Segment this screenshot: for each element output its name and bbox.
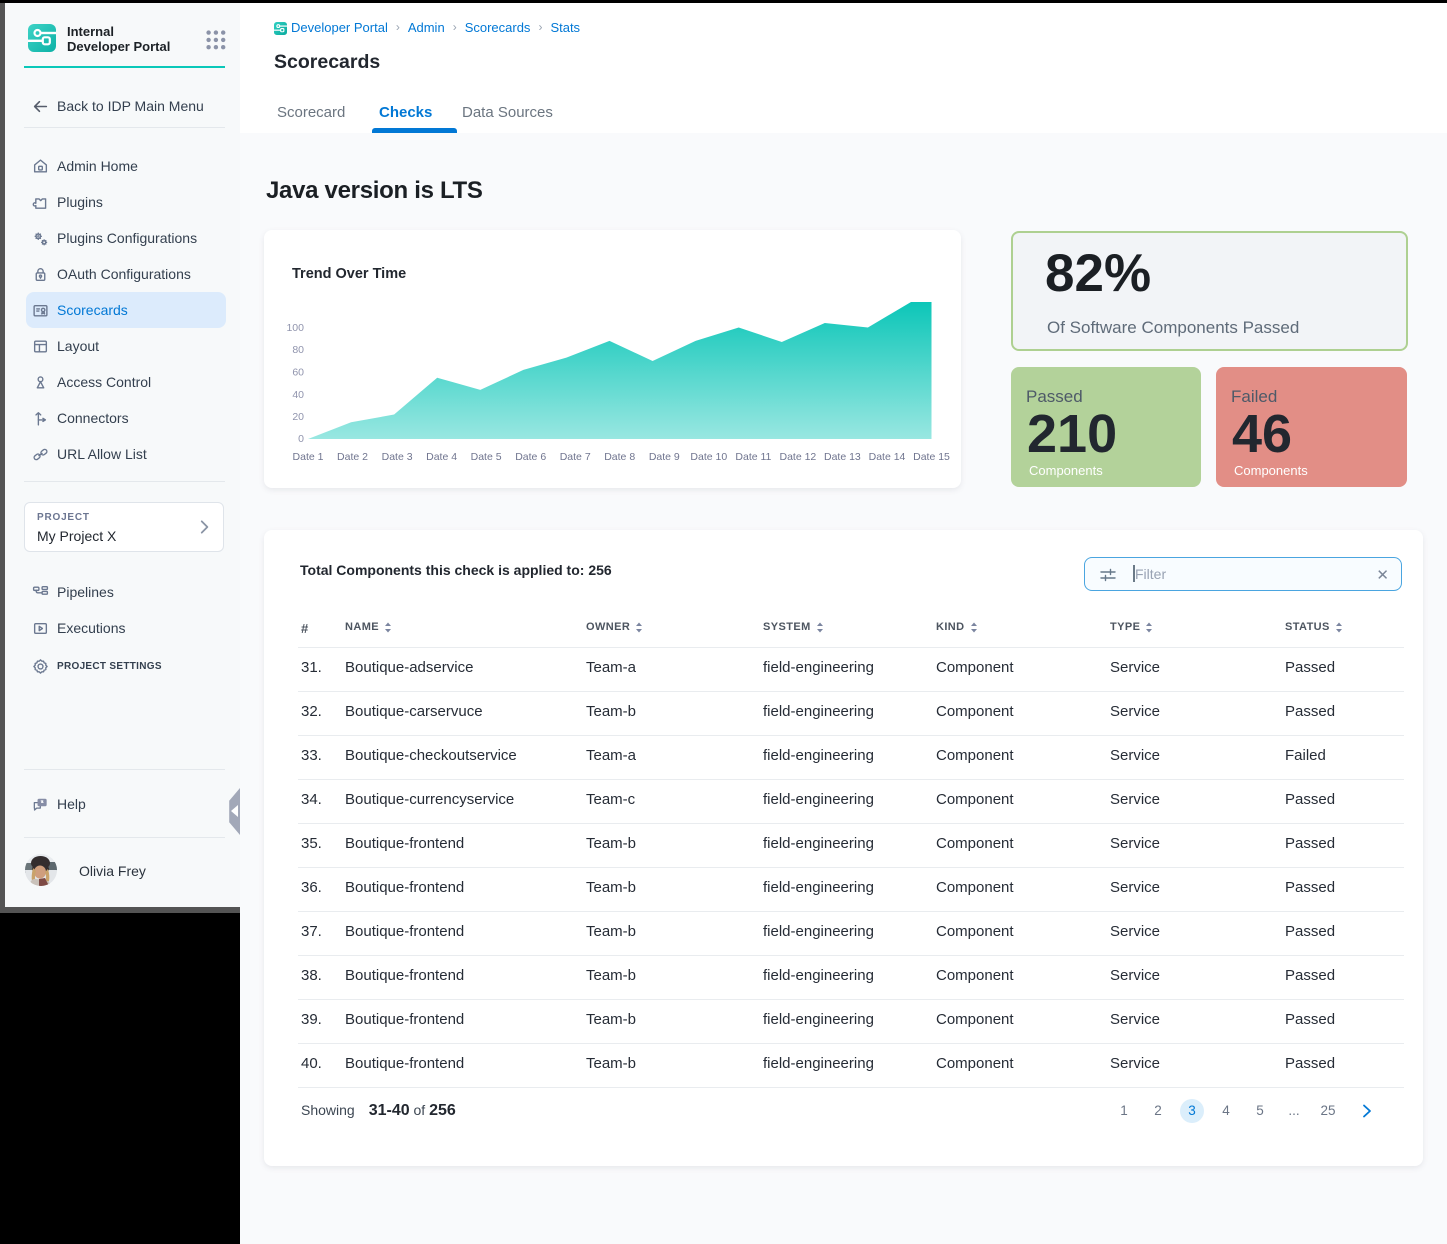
svg-text:Date 11: Date 11: [735, 451, 771, 463]
svg-text:Date 10: Date 10: [690, 451, 727, 463]
svg-text:Date 1: Date 1: [293, 451, 324, 463]
svg-text:Date 13: Date 13: [824, 451, 861, 463]
svg-text:80: 80: [292, 344, 304, 356]
svg-text:60: 60: [292, 367, 304, 379]
svg-text:100: 100: [286, 322, 304, 334]
svg-text:Date 5: Date 5: [471, 451, 502, 463]
svg-text:Date 4: Date 4: [426, 451, 457, 463]
svg-text:Date 3: Date 3: [382, 451, 413, 463]
svg-text:Date 12: Date 12: [780, 451, 817, 463]
svg-text:Date 8: Date 8: [604, 451, 635, 463]
svg-text:Date 2: Date 2: [337, 451, 368, 463]
svg-text:20: 20: [292, 411, 304, 423]
svg-text:Date 15: Date 15: [913, 451, 950, 463]
svg-text:Date 6: Date 6: [515, 451, 546, 463]
svg-text:Date 14: Date 14: [869, 451, 906, 463]
svg-text:0: 0: [298, 433, 304, 445]
svg-text:Date 9: Date 9: [649, 451, 680, 463]
svg-text:40: 40: [292, 389, 304, 401]
svg-text:Date 7: Date 7: [560, 451, 591, 463]
